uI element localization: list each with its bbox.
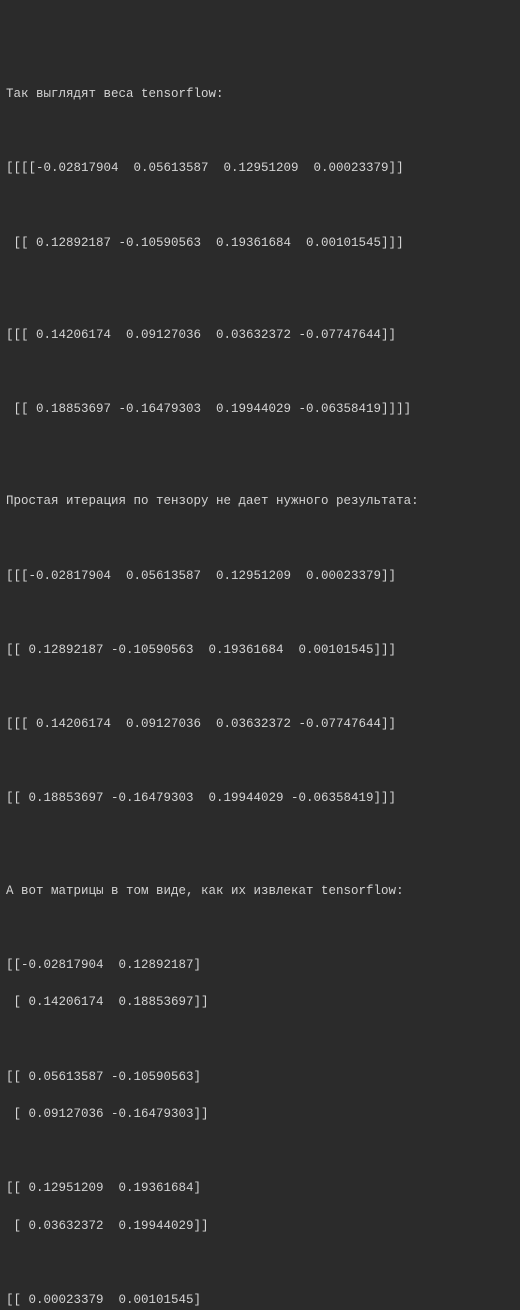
array-line: [[[-0.02817904 0.05613587 0.12951209 0.0… [6,567,514,586]
blank-line [6,919,514,937]
blank-line [6,1143,514,1161]
blank-line [6,1031,514,1049]
blank-line [6,530,514,548]
array-line: [[[[-0.02817904 0.05613587 0.12951209 0.… [6,159,514,178]
array-line: [[ 0.05613587 -0.10590563] [6,1068,514,1087]
blank-line [6,271,514,307]
section2-heading: Простая итерация по тензору не дает нужн… [6,492,514,511]
array-line: [[ 0.18853697 -0.16479303 0.19944029 -0.… [6,789,514,808]
blank-line [6,604,514,622]
array-line: [[[ 0.14206174 0.09127036 0.03632372 -0.… [6,326,514,345]
array-line: [[-0.02817904 0.12892187] [6,956,514,975]
blank-line [6,438,514,474]
array-line: [[ 0.18853697 -0.16479303 0.19944029 -0.… [6,400,514,419]
array-line: [[ 0.12892187 -0.10590563 0.19361684 0.0… [6,641,514,660]
blank-line [6,1254,514,1272]
array-line: [ 0.03632372 0.19944029]] [6,1217,514,1236]
blank-line [6,363,514,381]
blank-line [6,123,514,141]
blank-line [6,197,514,215]
section1-heading: Так выглядят веса tensorflow: [6,85,514,104]
array-line: [[ 0.00023379 0.00101545] [6,1291,514,1310]
array-line: [ 0.14206174 0.18853697]] [6,993,514,1012]
array-line: [[ 0.12892187 -0.10590563 0.19361684 0.0… [6,234,514,253]
section3-heading: А вот матрицы в том виде, как их извлека… [6,882,514,901]
array-line: [[[ 0.14206174 0.09127036 0.03632372 -0.… [6,715,514,734]
blank-line [6,753,514,771]
blank-line [6,827,514,863]
array-line: [[ 0.12951209 0.19361684] [6,1179,514,1198]
blank-line [6,678,514,696]
array-line: [ 0.09127036 -0.16479303]] [6,1105,514,1124]
